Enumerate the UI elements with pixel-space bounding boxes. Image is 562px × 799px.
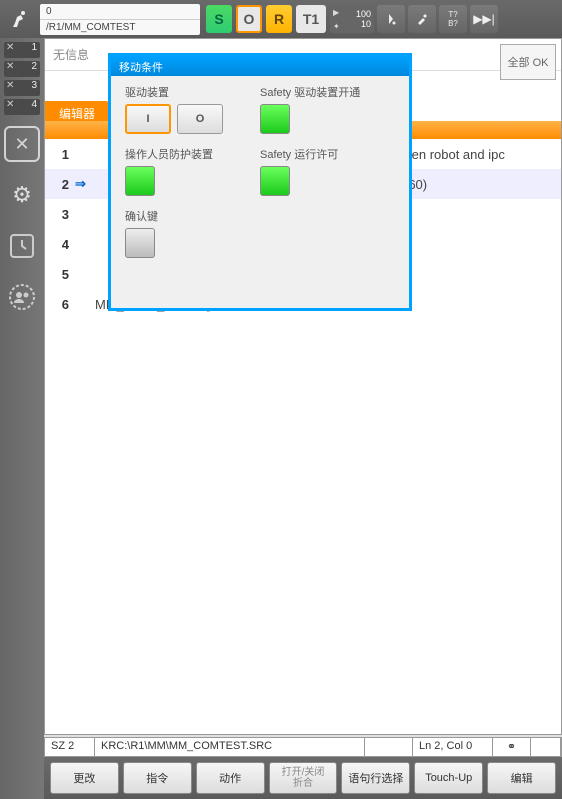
clock-icon[interactable] [4,228,40,264]
speed-indicator[interactable]: 100 10 [330,5,374,33]
speed-1: 100 [356,9,371,19]
guard-lamp [125,166,155,196]
run-icon[interactable] [377,5,405,33]
top-bar: 0 /R1/MM_COMTEST S O R T1 100 10 T? B? ▶… [0,0,562,38]
move-conditions-dialog: 移动条件 驱动装置 I O Safety 驱动装置开通 操作人员防护装置 Saf… [108,53,412,311]
mini-2[interactable] [4,61,40,77]
speed-2: 10 [361,19,371,29]
tb-icon[interactable]: T? B? [439,5,467,33]
program-path[interactable]: 0 /R1/MM_COMTEST [40,4,200,35]
status-bar: SZ 2 KRC:\R1\MM\MM_COMTEST.SRC Ln 2, Col… [44,737,562,757]
status-last [531,738,561,756]
edit-button[interactable]: 编辑 [487,762,556,794]
status-sz: SZ 2 [45,738,95,756]
link-icon: ⚭ [493,738,531,756]
status-o[interactable]: O [236,5,262,33]
confirm-lamp [125,228,155,258]
status-path: KRC:\R1\MM\MM_COMTEST.SRC [95,738,365,756]
path-line2: /R1/MM_COMTEST [40,20,200,35]
touchup-button[interactable]: Touch-Up [414,762,483,794]
status-pos: Ln 2, Col 0 [413,738,493,756]
safety-on-label: Safety 驱动装置开通 [260,84,395,100]
fold-button[interactable]: 打开/关闭 折合 [269,762,338,794]
tool-icon[interactable] [408,5,436,33]
command-button[interactable]: 指令 [123,762,192,794]
users-icon[interactable] [4,279,40,315]
status-buttons: S O R T1 [206,5,326,33]
action-button[interactable]: 动作 [196,762,265,794]
select-line-button[interactable]: 语句行选择 [341,762,410,794]
robot-icon[interactable] [0,0,38,38]
left-toolbar: ✕ ⚙ [0,38,44,799]
safety-run-label: Safety 运行许可 [260,146,395,162]
drive-o-button[interactable]: O [177,104,223,134]
status-s[interactable]: S [206,5,232,33]
safety-run-lamp [260,166,290,196]
tb-t: T? [448,10,457,19]
tb-b: B? [448,19,458,28]
info-msg: 无信息 [53,46,89,63]
confirm-label: 确认键 [125,208,260,224]
mini-4[interactable] [4,99,40,115]
dialog-title: 移动条件 [111,56,409,76]
path-line1: 0 [40,4,200,20]
pointer-icon: ⇒ [75,176,95,192]
safety-on-lamp [260,104,290,134]
change-button[interactable]: 更改 [50,762,119,794]
mini-3[interactable] [4,80,40,96]
guard-label: 操作人员防护装置 [125,146,260,162]
close-icon[interactable]: ✕ [4,126,40,162]
status-r[interactable]: R [266,5,292,33]
bottom-toolbar: 更改 指令 动作 打开/关闭 折合 语句行选择 Touch-Up 编辑 [44,757,562,799]
drive-label: 驱动装置 [125,84,260,100]
skip-icon[interactable]: ▶▶| [470,5,498,33]
drive-i-button[interactable]: I [125,104,171,134]
gear-icon[interactable]: ⚙ [4,177,40,213]
all-ok-button[interactable]: 全部 OK [500,44,556,80]
status-t1[interactable]: T1 [296,5,326,33]
mini-1[interactable] [4,42,40,58]
